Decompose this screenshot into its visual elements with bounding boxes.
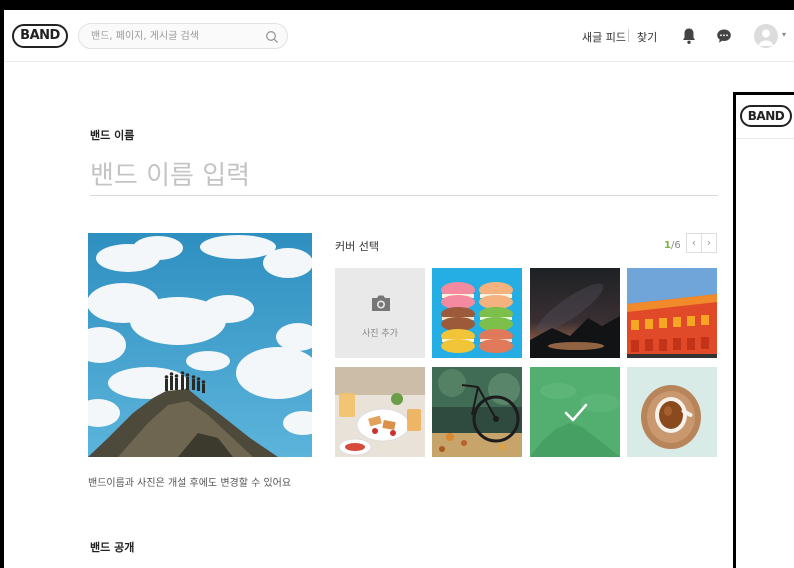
cover-select-title: 커버 선택	[335, 240, 379, 253]
cover-page-current: 1	[664, 240, 671, 251]
search-box[interactable]	[78, 23, 288, 49]
search-input[interactable]	[91, 24, 261, 48]
cover-thumb-bicycle[interactable]	[432, 367, 522, 457]
nav-new-feed[interactable]: 새글 피드	[582, 29, 626, 45]
overlay-panel-header: BAND	[736, 95, 794, 139]
app-window: BAND 새글 피드 찾기 ▾ 밴드 이름	[4, 10, 794, 568]
user-icon	[758, 29, 774, 46]
overlay-panel: BAND	[733, 92, 794, 568]
band-name-label: 밴드 이름	[90, 129, 135, 142]
create-band-form: 밴드 이름 밴드 이름 입력 밴드이름과 사진은 개설 후에도 변경할 수 있어…	[4, 62, 794, 568]
cover-next-button[interactable]: ›	[701, 233, 717, 253]
cover-thumb-night-sky[interactable]	[530, 268, 620, 358]
cover-thumb-mountain-green[interactable]	[530, 367, 620, 457]
band-name-input[interactable]	[90, 156, 718, 196]
overlay-band-logo[interactable]: BAND	[740, 105, 792, 127]
bell-icon[interactable]	[681, 27, 697, 45]
cover-thumb-coffee-cup[interactable]	[627, 367, 717, 457]
cover-thumb-breakfast[interactable]	[335, 367, 425, 457]
add-photo-tile[interactable]: 사진 추가	[335, 268, 425, 358]
cover-prev-button[interactable]: ‹	[686, 233, 702, 253]
cover-caption: 밴드이름과 사진은 개설 후에도 변경할 수 있어요	[88, 478, 292, 489]
band-open-label: 밴드 공개	[90, 541, 135, 554]
avatar[interactable]	[754, 24, 778, 48]
top-bar: BAND 새글 피드 찾기 ▾	[4, 10, 794, 62]
band-logo[interactable]: BAND	[12, 24, 68, 48]
cover-page-indicator: 1/6	[664, 240, 681, 251]
add-photo-label: 사진 추가	[362, 329, 398, 339]
cover-thumb-red-building[interactable]	[627, 268, 717, 358]
cover-page-total: /6	[670, 240, 681, 251]
nav-find[interactable]: 찾기	[637, 29, 657, 45]
camera-icon	[372, 295, 390, 311]
search-icon[interactable]	[265, 30, 279, 44]
chat-icon[interactable]	[716, 28, 732, 44]
chevron-down-icon[interactable]: ▾	[782, 30, 786, 39]
nav-divider	[628, 29, 629, 42]
cover-preview	[88, 233, 312, 457]
cover-thumb-macarons[interactable]	[432, 268, 522, 358]
